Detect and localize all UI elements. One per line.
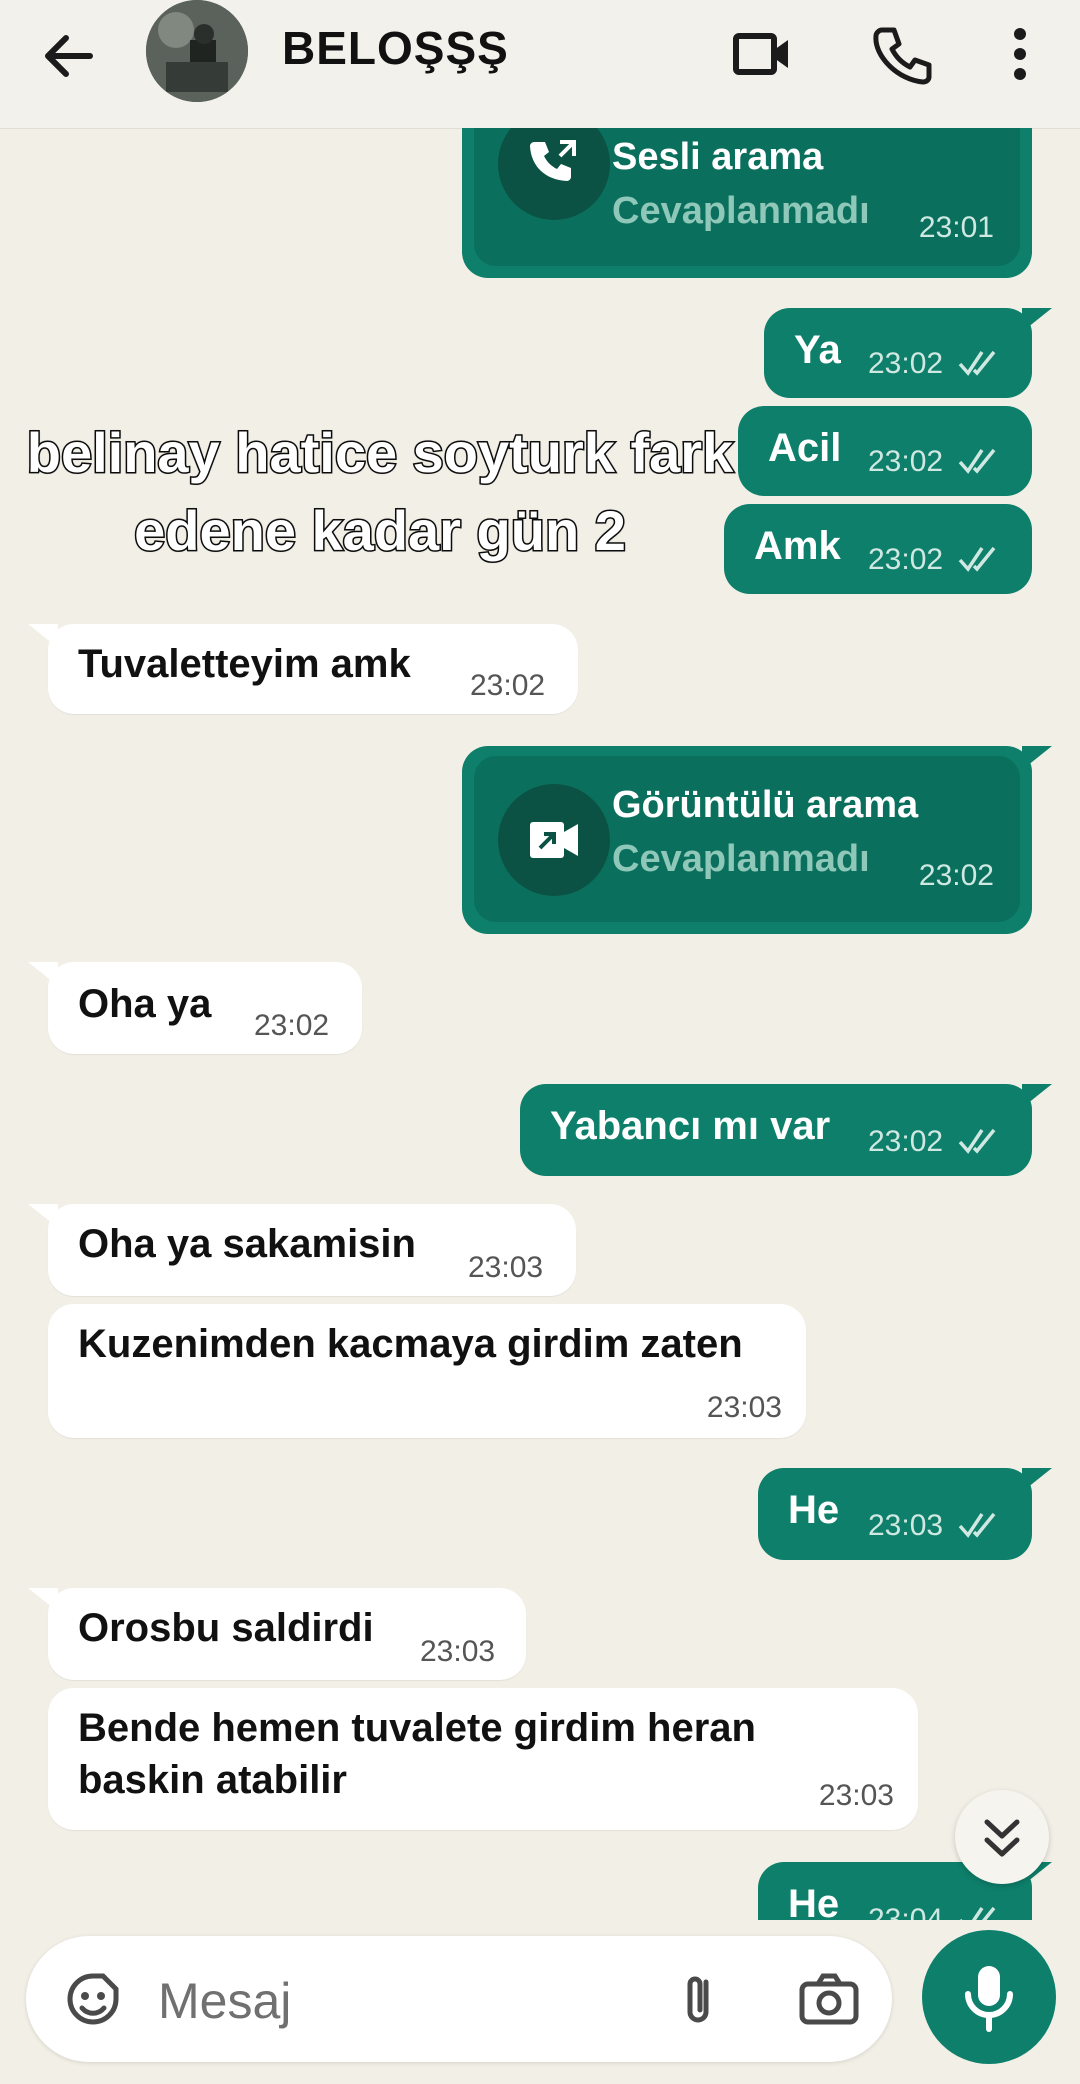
message-text: He bbox=[788, 1882, 840, 1920]
camera-icon[interactable] bbox=[796, 1966, 862, 2032]
contact-avatar[interactable] bbox=[146, 0, 248, 102]
read-ticks-icon bbox=[960, 1906, 996, 1920]
message-time: 23:03 bbox=[868, 1509, 944, 1542]
read-ticks-icon bbox=[958, 546, 996, 572]
message-text: Oha ya bbox=[78, 982, 212, 1026]
incoming-message[interactable]: Tuvaletteyim amk 23:02 bbox=[28, 624, 578, 714]
bubble-tail bbox=[1022, 1084, 1052, 1108]
more-vert-icon[interactable] bbox=[988, 22, 1052, 86]
incoming-message[interactable]: Orosbu saldirdi 23:03 bbox=[28, 1588, 526, 1680]
read-ticks-icon bbox=[958, 1128, 996, 1154]
read-ticks-icon bbox=[958, 1512, 996, 1538]
back-arrow-icon[interactable] bbox=[36, 24, 100, 88]
outgoing-message[interactable]: Yabancı mı var 23:02 bbox=[520, 1084, 1052, 1176]
call-message[interactable]: Sesli arama Cevaplanmadı 23:01 bbox=[462, 128, 1032, 278]
incoming-message[interactable]: Bende hemen tuvalete girdim heran baskin… bbox=[48, 1688, 918, 1830]
bubble-tail bbox=[28, 962, 58, 986]
bubble-tail bbox=[1022, 746, 1052, 770]
read-ticks-icon bbox=[958, 350, 996, 376]
overlay-caption: belinay hatice soyturk fark edene kadar … bbox=[25, 420, 735, 564]
sticker-icon[interactable] bbox=[60, 1966, 126, 2032]
message-text: Ya bbox=[794, 328, 841, 372]
message-text: Amk bbox=[754, 524, 841, 568]
outgoing-message[interactable]: Amk 23:02 bbox=[724, 504, 1032, 594]
message-input[interactable]: Mesaj bbox=[158, 1972, 291, 2030]
scroll-to-bottom-button[interactable] bbox=[955, 1790, 1049, 1884]
missed-voice-call-icon bbox=[498, 128, 610, 220]
bubble-tail bbox=[1022, 308, 1052, 332]
call-status: Cevaplanmadı bbox=[612, 190, 870, 232]
bubble-tail bbox=[28, 1204, 58, 1228]
outgoing-message[interactable]: Ya 23:02 bbox=[764, 308, 1052, 398]
message-time: 23:03 bbox=[706, 1391, 782, 1424]
message-text-line1: Bende hemen tuvalete girdim heran bbox=[78, 1706, 756, 1750]
missed-video-call-icon bbox=[498, 784, 610, 896]
message-time: 23:02 bbox=[868, 1125, 944, 1158]
bubble-tail bbox=[28, 624, 58, 648]
message-time: 23:02 bbox=[868, 543, 944, 576]
read-ticks-icon bbox=[958, 448, 996, 474]
bubble-tail bbox=[28, 1588, 58, 1612]
bubble-tail bbox=[1022, 1468, 1052, 1492]
message-text: Kuzenimden kacmaya girdim zaten bbox=[78, 1322, 743, 1366]
message-time: 23:03 bbox=[420, 1635, 496, 1668]
message-text: Tuvaletteyim amk bbox=[78, 642, 411, 686]
message-time: 23:02 bbox=[918, 859, 994, 892]
call-title: Sesli arama bbox=[612, 136, 824, 178]
phone-call-icon[interactable] bbox=[868, 22, 932, 86]
call-message[interactable]: Görüntülü arama Cevaplanmadı 23:02 bbox=[462, 746, 1052, 934]
incoming-message[interactable]: Kuzenimden kacmaya girdim zaten 23:03 bbox=[48, 1304, 806, 1438]
video-call-icon[interactable] bbox=[730, 22, 794, 86]
call-status: Cevaplanmadı bbox=[612, 838, 870, 880]
incoming-message[interactable]: Oha ya sakamisin 23:03 bbox=[28, 1204, 576, 1296]
message-time: 23:04 bbox=[868, 1903, 944, 1920]
message-text-line2: baskin atabilir bbox=[78, 1758, 347, 1802]
incoming-message[interactable]: Oha ya 23:02 bbox=[28, 962, 362, 1054]
message-time: 23:03 bbox=[468, 1251, 544, 1284]
voice-message-button[interactable] bbox=[922, 1930, 1056, 2064]
message-text: He bbox=[788, 1488, 840, 1532]
contact-name[interactable]: BELOŞŞŞ bbox=[282, 18, 509, 78]
message-time: 23:02 bbox=[470, 669, 546, 702]
message-composer[interactable]: Mesaj bbox=[26, 1936, 892, 2062]
message-text: Acil bbox=[768, 426, 842, 470]
message-list[interactable]: Sesli arama Cevaplanmadı 23:01 Ya 23:02 … bbox=[0, 128, 1080, 1920]
message-text: Oha ya sakamisin bbox=[78, 1222, 416, 1266]
message-time: 23:02 bbox=[868, 445, 944, 478]
call-title: Görüntülü arama bbox=[612, 784, 919, 826]
outgoing-message[interactable]: He 23:03 bbox=[758, 1468, 1052, 1560]
chat-header: BELOŞŞŞ bbox=[0, 0, 1080, 129]
attach-icon[interactable] bbox=[666, 1966, 732, 2032]
message-text: Yabancı mı var bbox=[550, 1104, 831, 1148]
message-time: 23:01 bbox=[918, 211, 994, 244]
message-time: 23:02 bbox=[254, 1009, 330, 1042]
outgoing-message[interactable]: Acil 23:02 bbox=[738, 406, 1032, 496]
double-chevron-down-icon bbox=[984, 1819, 1020, 1857]
message-time: 23:02 bbox=[868, 347, 944, 380]
message-text: Orosbu saldirdi bbox=[78, 1606, 374, 1650]
message-time: 23:03 bbox=[818, 1779, 894, 1812]
mic-icon bbox=[965, 1966, 1013, 2032]
